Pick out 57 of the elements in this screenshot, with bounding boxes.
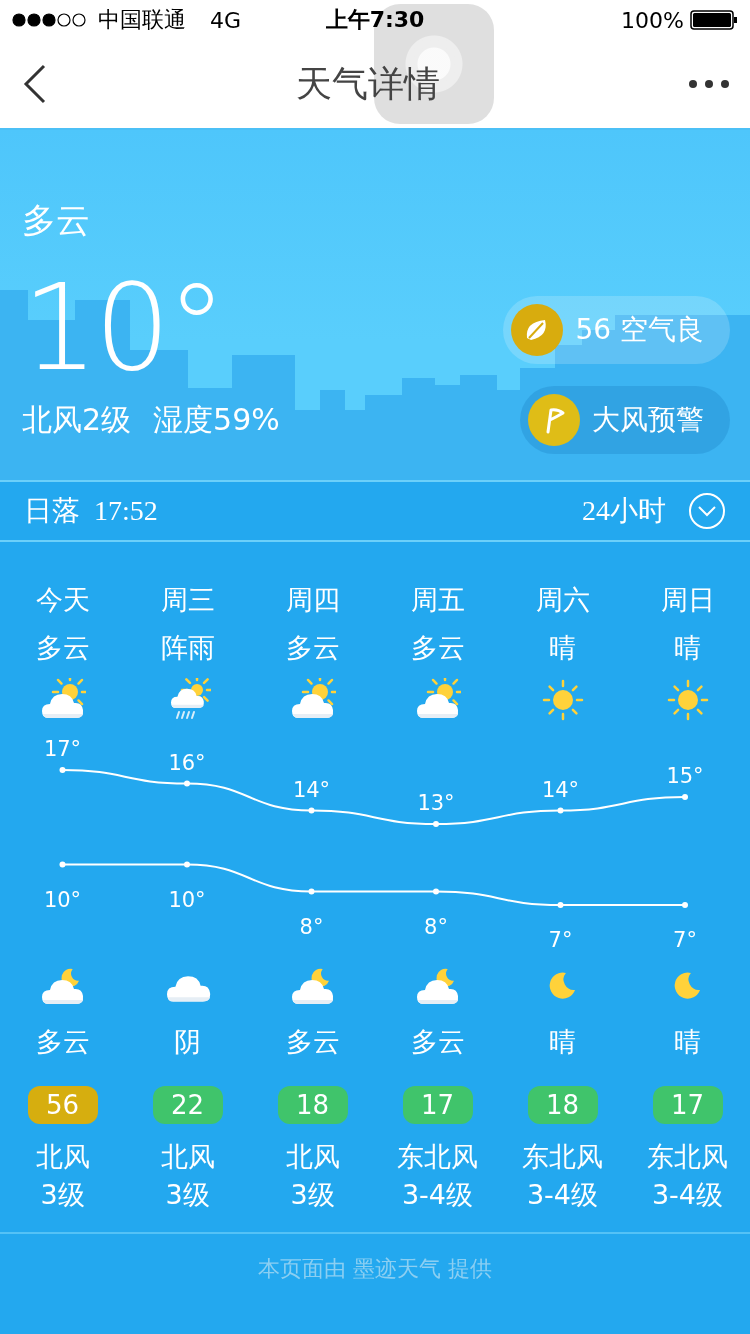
temperature-label: 17° bbox=[43, 737, 82, 761]
battery-percent: 100% bbox=[621, 7, 684, 33]
night-weather: 阴 bbox=[174, 1025, 201, 1059]
warning-badge[interactable]: 大风预警 bbox=[520, 386, 730, 454]
network-type: 4G bbox=[210, 7, 242, 33]
night-weather: 晴 bbox=[549, 1025, 576, 1059]
carrier-name: 中国联通 bbox=[98, 6, 186, 34]
aqi-value: 56 bbox=[27, 1086, 98, 1124]
wind-forecast: 东北风 3-4级 bbox=[647, 1140, 728, 1212]
temperature-label: 8° bbox=[299, 914, 324, 939]
sunset-label: 日落 bbox=[24, 493, 80, 529]
aqi-value: 18 bbox=[277, 1086, 348, 1124]
temperature-label: 15° bbox=[666, 764, 704, 788]
temperature-label: 10° bbox=[43, 887, 82, 912]
day-weather: 多云 bbox=[285, 631, 340, 665]
wind-forecast: 北风 3级 bbox=[160, 1140, 215, 1212]
temperature-label: 13° bbox=[417, 791, 455, 815]
clock-time: 上午7:30 bbox=[325, 7, 425, 32]
night-weather: 晴 bbox=[674, 1025, 701, 1059]
temperature-label: 14° bbox=[541, 777, 580, 802]
night-weather: 多云 bbox=[410, 1025, 465, 1059]
hourly-toggle[interactable]: 24小时 bbox=[582, 492, 666, 530]
wind-info: 北风2级 bbox=[22, 401, 132, 439]
day-name: 周五 bbox=[410, 583, 465, 617]
temperature-label: 14° bbox=[292, 777, 331, 802]
aqi-value: 22 bbox=[152, 1086, 223, 1124]
temperature-label: 8° bbox=[424, 914, 448, 939]
wind-forecast: 东北风 3-4级 bbox=[522, 1140, 603, 1212]
weather-condition: 多云 bbox=[22, 199, 91, 242]
wind-forecast: 北风 3级 bbox=[35, 1140, 90, 1212]
day-weather: 阵雨 bbox=[160, 631, 215, 665]
day-weather: 晴 bbox=[549, 631, 576, 665]
source-credit: 本页面由 墨迹天气 提供 bbox=[258, 1255, 492, 1283]
sunset-time: 17:52 bbox=[94, 495, 159, 527]
aqi-value: 17 bbox=[402, 1086, 473, 1124]
wind-forecast: 东北风 3-4级 bbox=[397, 1140, 478, 1212]
day-name: 今天 bbox=[35, 583, 90, 617]
night-weather: 多云 bbox=[285, 1025, 340, 1059]
temperature-label: 7° bbox=[548, 928, 573, 952]
temperature-label: 10° bbox=[168, 887, 206, 912]
day-weather: 晴 bbox=[674, 631, 701, 665]
day-weather: 多云 bbox=[35, 631, 90, 665]
humidity-info: 湿度59% bbox=[153, 401, 280, 439]
temperature-label: 7° bbox=[673, 928, 697, 952]
page-title: 天气详情 bbox=[296, 61, 440, 106]
air-quality-badge[interactable]: 56 空气良 bbox=[503, 296, 730, 364]
day-name: 周三 bbox=[160, 583, 215, 617]
day-name: 周日 bbox=[660, 583, 715, 617]
day-name: 周四 bbox=[285, 583, 340, 617]
aqi-value: 17 bbox=[652, 1086, 723, 1124]
temperature-label: 16° bbox=[168, 750, 206, 775]
day-name: 周六 bbox=[535, 583, 590, 617]
aqi-value: 18 bbox=[527, 1086, 598, 1124]
day-weather: 多云 bbox=[410, 631, 465, 665]
current-temperature: 10° bbox=[22, 268, 224, 388]
wind-forecast: 北风 3级 bbox=[285, 1140, 340, 1212]
night-weather: 多云 bbox=[35, 1025, 90, 1059]
